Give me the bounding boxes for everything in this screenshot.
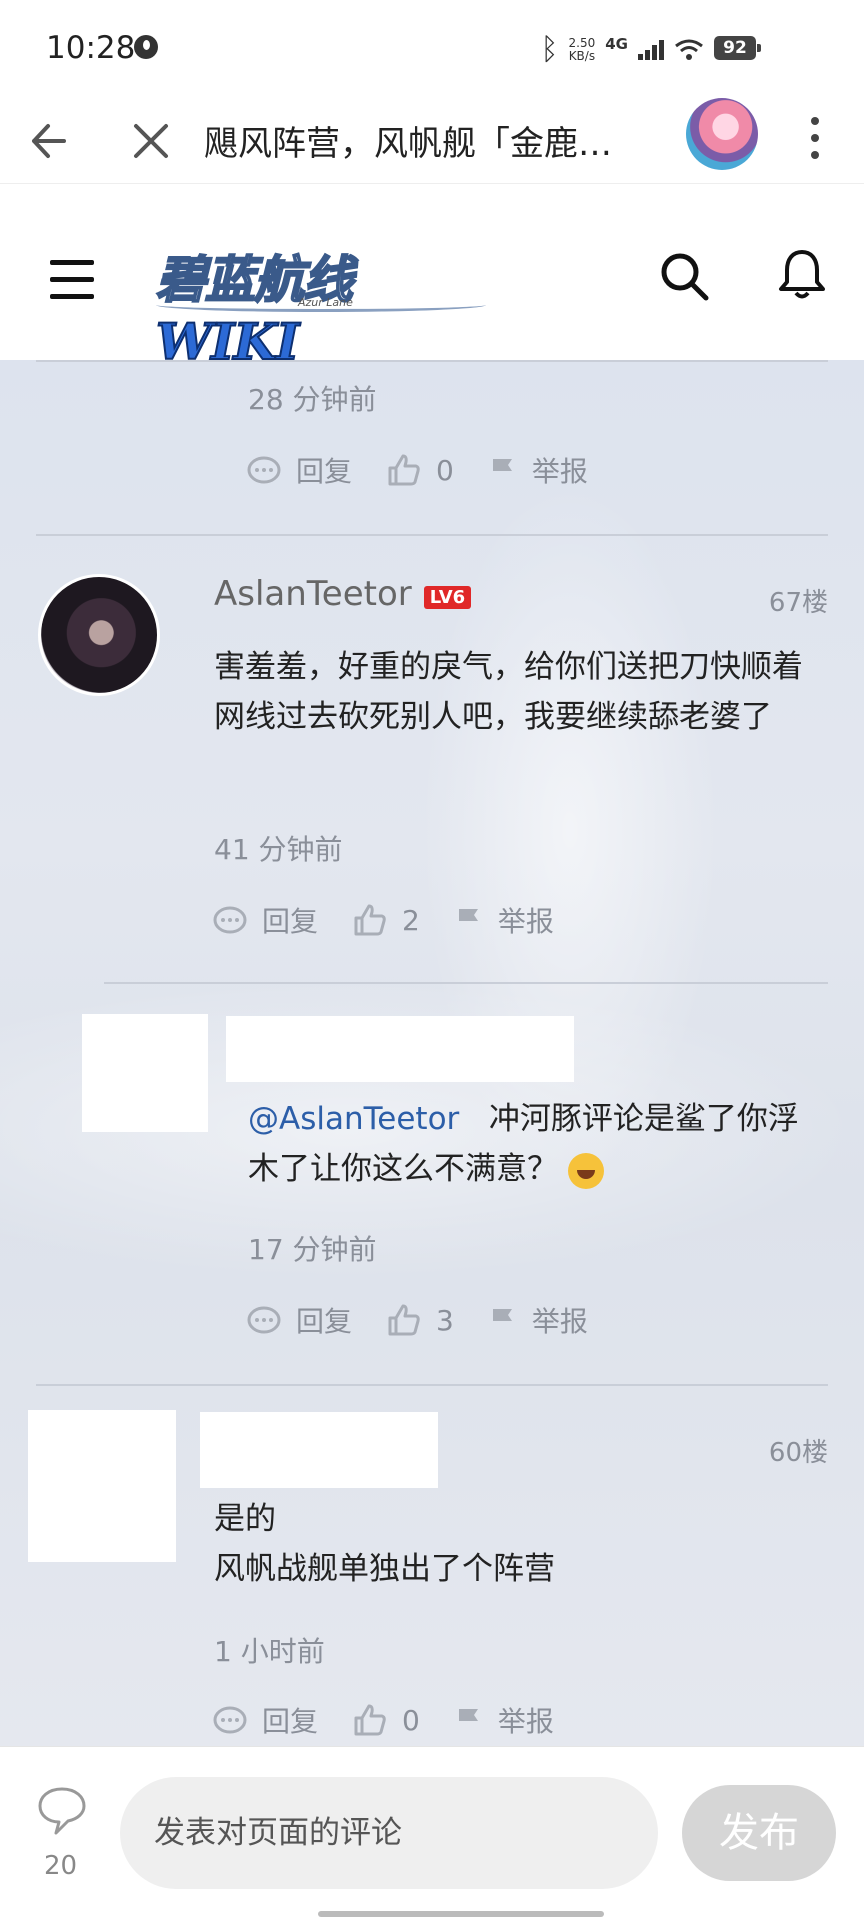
- redacted-username: [200, 1412, 438, 1488]
- menu-icon[interactable]: [50, 260, 94, 300]
- comment-time: 17 分钟前: [248, 1233, 377, 1266]
- redacted-avatar: [82, 1014, 208, 1132]
- page-title: 飓风阵营，风帆舰「金鹿…: [204, 124, 612, 164]
- floor-number: 60楼: [768, 1438, 828, 1468]
- comment-actions: 回复 0 举报: [246, 450, 622, 490]
- divider: [104, 982, 828, 984]
- reply-button[interactable]: 回复: [262, 900, 318, 940]
- network-type: 4G: [605, 34, 628, 53]
- commenter-avatar[interactable]: [38, 574, 160, 696]
- more-menu-icon[interactable]: [800, 112, 830, 170]
- report-button[interactable]: 举报: [498, 900, 554, 940]
- divider: [36, 1384, 828, 1386]
- report-button[interactable]: 举报: [532, 450, 588, 490]
- bell-icon[interactable]: [774, 246, 830, 302]
- reply-icon[interactable]: [246, 454, 282, 486]
- comment-time: 1 小时前: [214, 1635, 325, 1668]
- comment-actions: 回复 3 举报: [246, 1300, 622, 1340]
- username[interactable]: AslanTeetor: [214, 574, 412, 614]
- like-count: 0: [402, 1703, 420, 1737]
- laughing-emoji-icon: [567, 1152, 604, 1189]
- like-count: 0: [436, 453, 454, 487]
- like-count: 2: [402, 903, 420, 937]
- report-flag-icon[interactable]: [488, 455, 518, 485]
- comment-input[interactable]: 发表对页面的评论: [120, 1777, 658, 1889]
- report-flag-icon[interactable]: [454, 905, 484, 935]
- comment-icon[interactable]: [34, 1783, 90, 1839]
- comment-time: 41 分钟前: [214, 833, 343, 866]
- reply-button[interactable]: 回复: [296, 1300, 352, 1340]
- divider: [36, 360, 828, 362]
- signal-icon: [638, 39, 664, 60]
- comment-count: 20: [44, 1851, 78, 1881]
- user-avatar[interactable]: [686, 98, 758, 170]
- publish-button[interactable]: 发布: [682, 1785, 836, 1881]
- comment-time: 28 分钟前: [248, 383, 377, 416]
- redacted-username: [226, 1016, 574, 1082]
- location-icon: [134, 35, 158, 59]
- wiki-header: 碧蓝航线WIKI Azur Lane: [0, 184, 864, 372]
- reply-icon[interactable]: [212, 904, 248, 936]
- wiki-logo[interactable]: 碧蓝航线WIKI Azur Lane: [155, 240, 486, 372]
- divider: [36, 534, 828, 536]
- battery-indicator: 92: [714, 36, 761, 60]
- bluetooth-icon: ᛒ: [540, 32, 559, 67]
- like-icon[interactable]: [352, 1703, 388, 1737]
- comment-actions: 回复 0 举报: [212, 1700, 588, 1740]
- back-arrow-icon[interactable]: [24, 114, 78, 168]
- floor-number: 67楼: [768, 588, 828, 618]
- comment-body: @AslanTeetor 冲河豚评论是鲨了你浮木了让你这么不满意？: [248, 1101, 799, 1189]
- like-icon[interactable]: [352, 903, 388, 937]
- level-badge: LV6: [423, 586, 472, 609]
- reply-icon[interactable]: [246, 1304, 282, 1336]
- report-button[interactable]: 举报: [532, 1300, 588, 1340]
- clock: 10:28: [46, 30, 136, 66]
- reply-button[interactable]: 回复: [262, 1700, 318, 1740]
- comment-body: 是的 风帆战舰单独出了个阵营: [214, 1501, 555, 1587]
- status-bar: 10:28 ᛒ 2.50 KB/s 4G 92: [0, 0, 864, 98]
- reply-button[interactable]: 回复: [296, 450, 352, 490]
- comment-body: 害羞羞，好重的戾气，给你们送把刀快顺着网线过去砍死别人吧，我要继续舔老婆了: [214, 649, 803, 735]
- status-icons: ᛒ 2.50 KB/s 4G: [541, 32, 704, 67]
- report-flag-icon[interactable]: [454, 1705, 484, 1735]
- search-icon[interactable]: [656, 248, 712, 304]
- redacted-avatar: [28, 1410, 176, 1562]
- mention-link[interactable]: @AslanTeetor: [248, 1101, 459, 1137]
- like-icon[interactable]: [386, 453, 422, 487]
- wifi-icon: [675, 39, 703, 60]
- report-flag-icon[interactable]: [488, 1305, 518, 1335]
- like-count: 3: [436, 1303, 454, 1337]
- home-indicator[interactable]: [318, 1911, 604, 1917]
- comments-section: 28 分钟前 回复 0 举报 AslanTeetor LV6 67楼 害羞羞，好重…: [0, 360, 864, 1746]
- report-button[interactable]: 举报: [498, 1700, 554, 1740]
- comment-actions: 回复 2 举报: [212, 900, 588, 940]
- close-icon[interactable]: [124, 114, 178, 168]
- browser-toolbar: 飓风阵营，风帆舰「金鹿…: [0, 98, 864, 184]
- comment-header: AslanTeetor LV6: [214, 574, 472, 614]
- comment-composer-bar: 20 发表对页面的评论 发布: [0, 1746, 864, 1920]
- network-speed: 2.50 KB/s: [568, 35, 596, 63]
- reply-icon[interactable]: [212, 1704, 248, 1736]
- like-icon[interactable]: [386, 1303, 422, 1337]
